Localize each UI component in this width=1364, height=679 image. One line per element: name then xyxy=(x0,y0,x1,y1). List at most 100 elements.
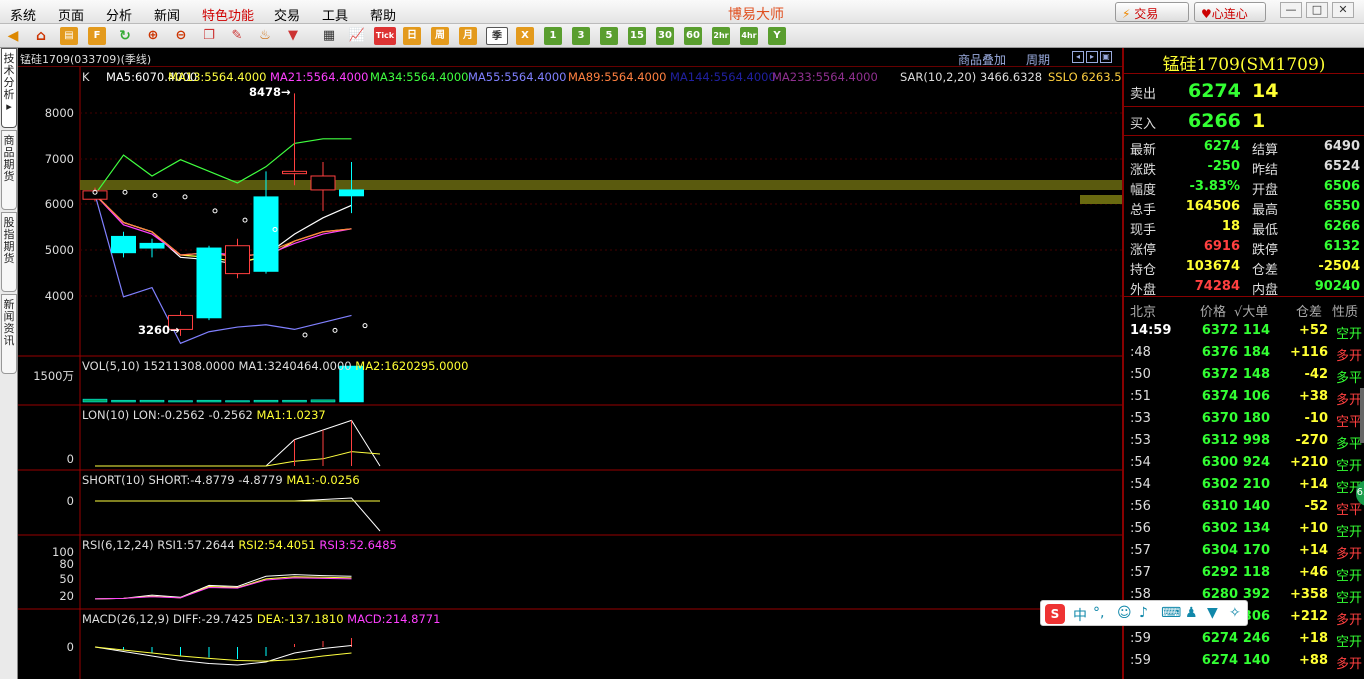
menu-tools[interactable]: 工具 xyxy=(322,5,348,24)
cycle-button[interactable]: 周期 xyxy=(1026,51,1050,68)
candle-body xyxy=(111,235,136,254)
window-icon[interactable]: ❐ xyxy=(200,27,218,45)
tab-technical[interactable]: 技术分析 ▸ xyxy=(1,48,17,128)
home-icon[interactable]: ⌂ xyxy=(32,27,50,45)
tick-nature: 多开 xyxy=(1335,657,1362,672)
refresh-icon[interactable]: ↻ xyxy=(116,27,134,45)
menu-page[interactable]: 页面 xyxy=(58,5,84,24)
sar-dot xyxy=(182,194,188,200)
tick-time: :50 xyxy=(1130,367,1151,382)
menu-trade[interactable]: 交易 xyxy=(274,5,300,24)
nav-zoom-icon[interactable]: ▣ xyxy=(1100,51,1112,63)
stat-value: 6506 xyxy=(1323,179,1360,194)
back-arrow-icon[interactable]: ◀ xyxy=(4,27,22,45)
menu-special[interactable]: 特色功能 xyxy=(202,5,254,24)
stat-value: -250 xyxy=(1207,159,1240,174)
price-band xyxy=(80,180,1122,190)
ime-mode-label[interactable]: 中 xyxy=(1073,605,1087,625)
trade-button[interactable]: ⚡ 交易 xyxy=(1115,2,1189,22)
keyboard-icon[interactable]: ⌨ xyxy=(1161,605,1181,621)
tick-price: 6312 xyxy=(1201,433,1238,448)
quote-panel: 锰硅1709(SM1709) 卖出 6274 14 买入 6266 1 最新 62… xyxy=(1122,48,1364,679)
tab-news[interactable]: 新闻资讯 xyxy=(1,294,17,374)
tick-time: :53 xyxy=(1130,411,1151,426)
period-month[interactable]: 月 xyxy=(459,27,477,45)
tab-commodity[interactable]: 商品期货 xyxy=(1,130,17,210)
book-icon[interactable]: ▤ xyxy=(60,27,78,45)
tick-diff: -10 xyxy=(1304,411,1329,426)
divider xyxy=(1124,296,1364,297)
tick-time: :54 xyxy=(1130,477,1151,492)
emoji-icon[interactable]: ☺ xyxy=(1117,605,1132,621)
period-2hr[interactable]: 2hr xyxy=(712,27,730,45)
tick-price: 6304 xyxy=(1201,543,1238,558)
wrench-icon[interactable]: ✧ xyxy=(1229,605,1241,621)
nav-left-icon[interactable]: ◂ xyxy=(1072,51,1084,63)
user-icon[interactable]: ♟ xyxy=(1185,605,1198,621)
menu-system[interactable]: 系统 xyxy=(10,5,36,24)
stat-label: 幅度 xyxy=(1130,183,1157,198)
mic-icon[interactable]: ♪ xyxy=(1139,605,1148,621)
chart-icon[interactable]: 📈 xyxy=(348,27,366,45)
indicator-icon[interactable]: ♨ xyxy=(256,27,274,45)
period-tick[interactable]: Tick xyxy=(374,27,396,45)
candle-body xyxy=(139,242,165,249)
ime-toolbar[interactable]: S 中 °, ☺ ♪ ⌨ ♟ ▼ ✧ xyxy=(1040,600,1248,626)
period-x[interactable]: X xyxy=(516,27,534,45)
tick-nature: 空开 xyxy=(1335,591,1362,606)
period-30min[interactable]: 30 xyxy=(656,27,674,45)
overlay-button[interactable]: 商品叠加 xyxy=(958,51,1006,68)
menu-analysis[interactable]: 分析 xyxy=(106,5,132,24)
scrollbar[interactable] xyxy=(1360,388,1364,443)
stat-label: 仓差 xyxy=(1252,263,1279,278)
macd-tick: 0 xyxy=(66,640,74,654)
stat-value: 6550 xyxy=(1323,199,1360,214)
pen-icon[interactable]: ✎ xyxy=(228,27,246,45)
stat-label: 最高 xyxy=(1252,203,1279,218)
period-15min[interactable]: 15 xyxy=(628,27,646,45)
tick-row: :51 6374 106 +38 多开 xyxy=(1124,387,1364,408)
minimize-icon[interactable]: — xyxy=(1280,2,1302,18)
menu-news[interactable]: 新闻 xyxy=(154,5,180,24)
app-title: 博易大师 xyxy=(728,7,784,23)
period-1min[interactable]: 1 xyxy=(544,27,562,45)
tick-row: :53 6312 998 -270 多平 xyxy=(1124,431,1364,452)
stat-label: 现手 xyxy=(1130,223,1157,238)
y-tick-6000: 6000 xyxy=(44,197,74,211)
nav-right-icon[interactable]: ▸ xyxy=(1086,51,1098,63)
shirt-icon[interactable]: ▼ xyxy=(1207,605,1218,621)
menu-help[interactable]: 帮助 xyxy=(370,5,396,24)
stat-value: 18 xyxy=(1221,219,1240,234)
tick-price: 6302 xyxy=(1201,477,1238,492)
divider xyxy=(1124,106,1364,107)
heart-button[interactable]: ♥心连心 xyxy=(1194,2,1266,22)
tab-index-futures[interactable]: 股指期货 xyxy=(1,212,17,292)
punct-icon[interactable]: °, xyxy=(1093,605,1104,621)
period-3min[interactable]: 3 xyxy=(572,27,590,45)
tick-volume: 140 xyxy=(1242,499,1270,514)
period-week[interactable]: 周 xyxy=(431,27,449,45)
tick-row: :53 6370 180 -10 空平 xyxy=(1124,409,1364,430)
maximize-icon[interactable]: □ xyxy=(1306,2,1328,18)
tick-volume: 148 xyxy=(1242,367,1270,382)
period-year[interactable]: Y xyxy=(768,27,786,45)
f10-icon[interactable]: F xyxy=(88,27,106,45)
tick-volume: 114 xyxy=(1242,323,1270,338)
zoom-in-icon[interactable]: ⊕ xyxy=(144,27,162,45)
tick-nature: 多开 xyxy=(1335,349,1362,364)
period-quarter[interactable]: 季 xyxy=(486,27,508,45)
period-4hr[interactable]: 4hr xyxy=(740,27,758,45)
zoom-out-icon[interactable]: ⊖ xyxy=(172,27,190,45)
close-icon[interactable]: ✕ xyxy=(1332,2,1354,18)
sell-row: 卖出 6274 14 xyxy=(1130,80,1279,102)
table-icon[interactable]: ▦ xyxy=(320,27,338,45)
tick-diff: +14 xyxy=(1299,477,1328,492)
period-day[interactable]: 日 xyxy=(403,27,421,45)
tick-price: 6374 xyxy=(1201,389,1238,404)
tick-diff: +46 xyxy=(1299,565,1328,580)
period-5min[interactable]: 5 xyxy=(600,27,618,45)
candle-body xyxy=(339,189,364,197)
period-60min[interactable]: 60 xyxy=(684,27,702,45)
stat-value: 6132 xyxy=(1323,239,1360,254)
filter-icon[interactable]: ▼ xyxy=(284,27,302,45)
